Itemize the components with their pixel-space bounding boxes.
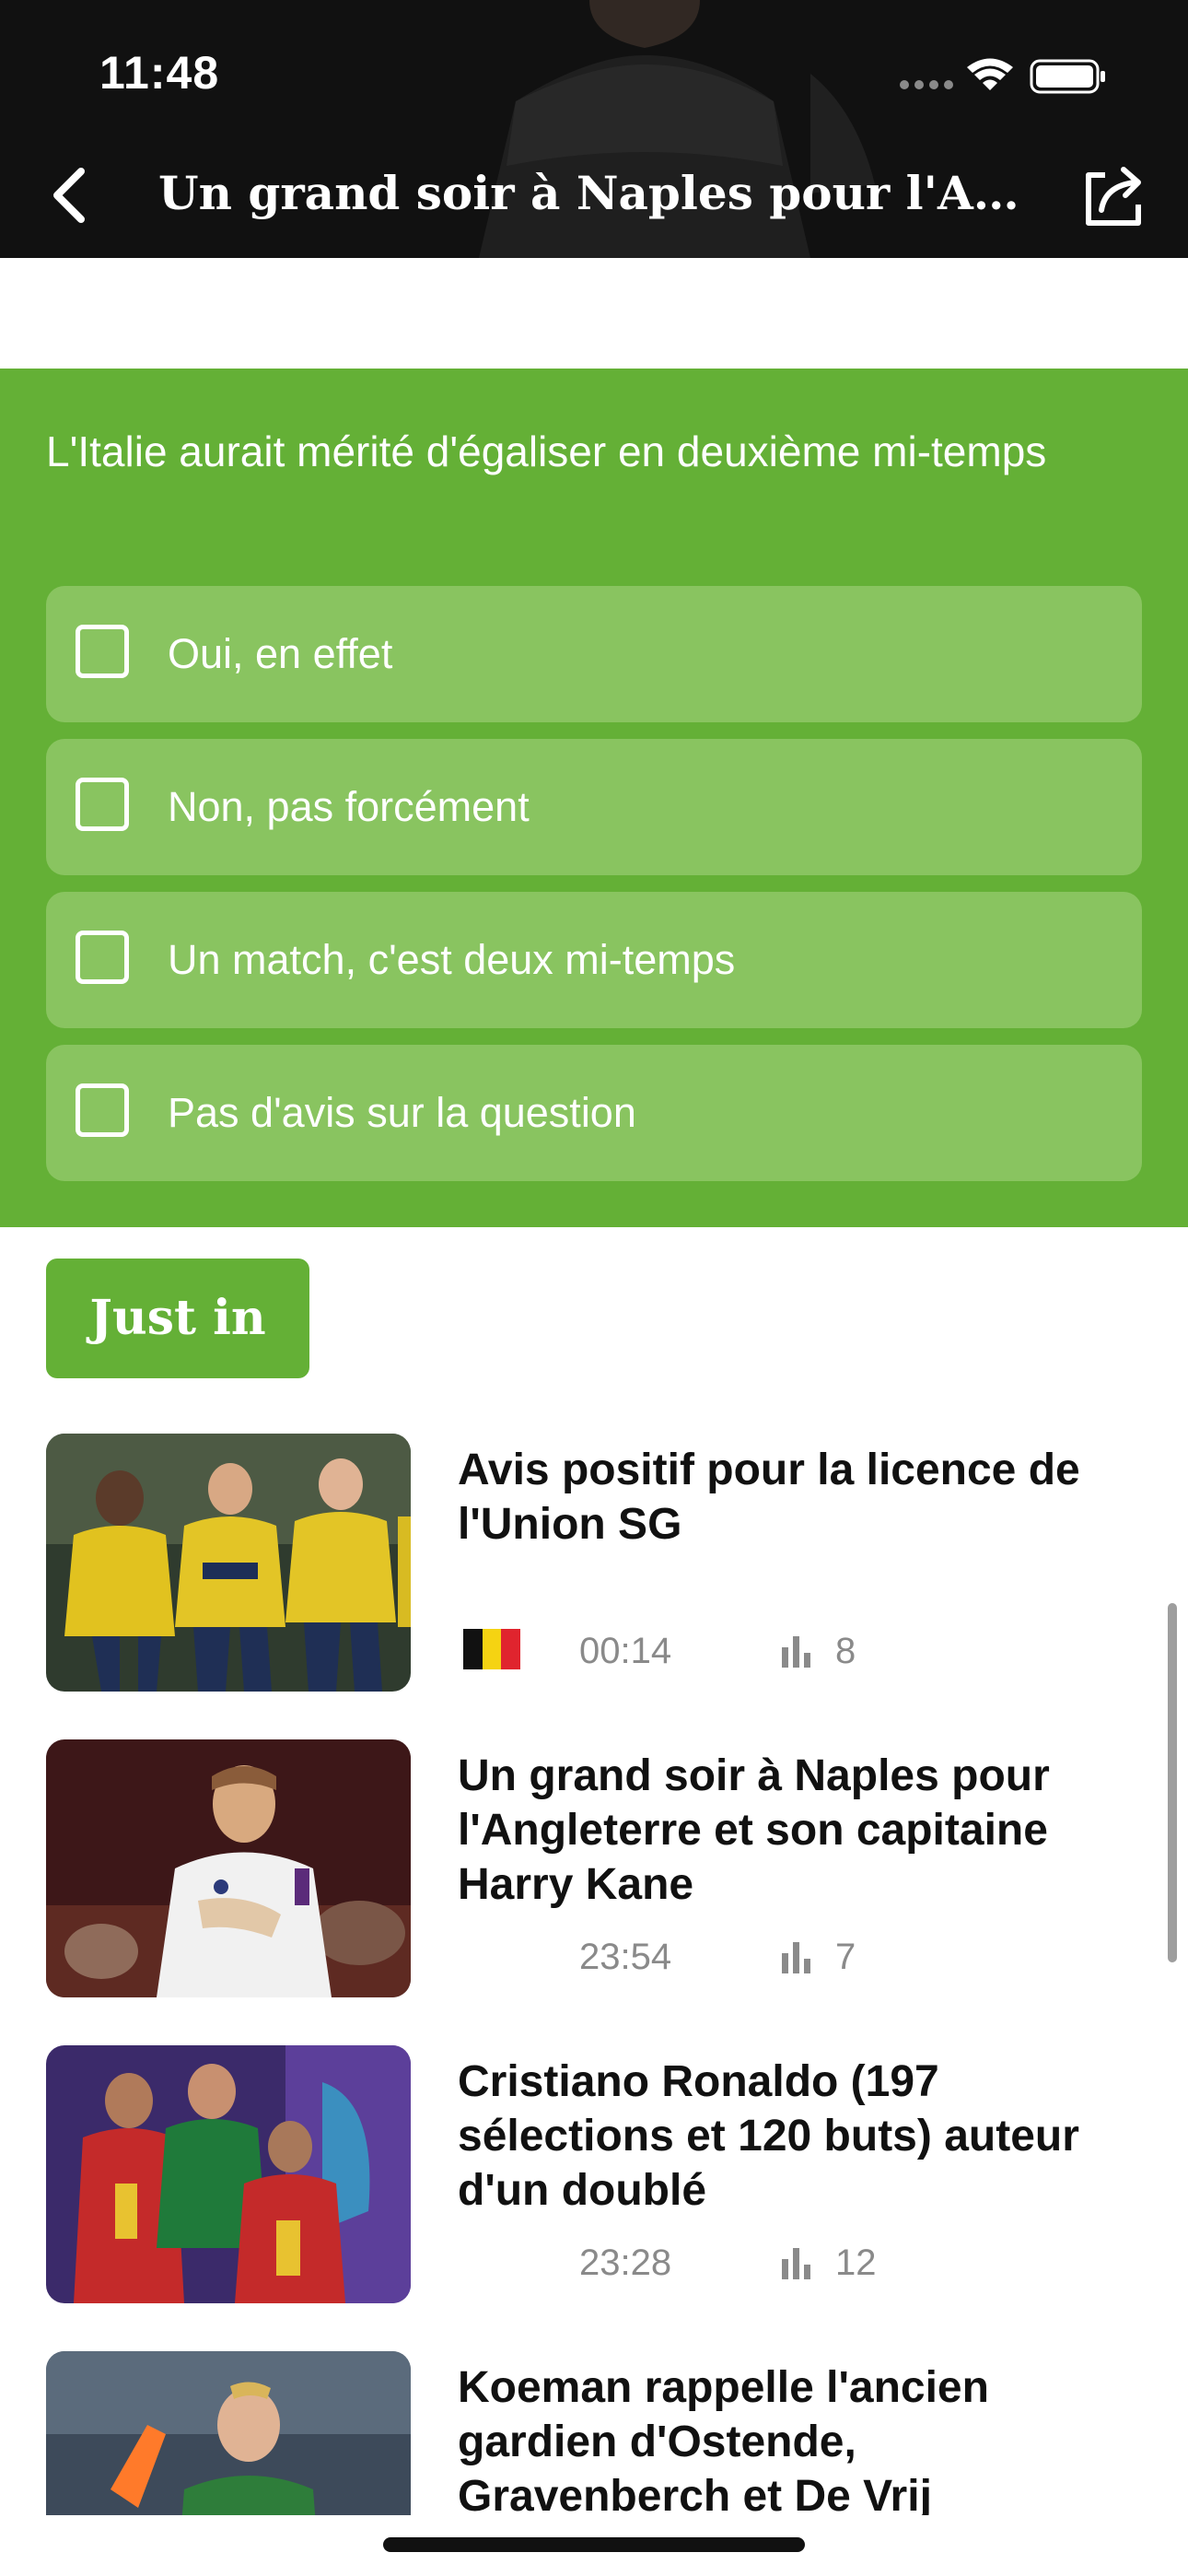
poll-option-label: Un match, c'est deux mi-temps: [168, 936, 736, 983]
poll: L'Italie aurait mérité d'égaliser en deu…: [0, 369, 1188, 1227]
article-time: 23:54: [579, 1937, 672, 1977]
poll-option[interactable]: Non, pas forcément: [46, 739, 1142, 875]
share-icon: [1086, 167, 1141, 226]
article-thumbnail: [46, 2045, 411, 2303]
chevron-left-icon: [53, 168, 85, 223]
article-title: Cristiano Ronaldo (197 sélections et 120…: [458, 2057, 1079, 2215]
status-bar: 11:48: [0, 0, 1188, 138]
bar-chart-icon: [782, 1636, 810, 1668]
poll-option[interactable]: Un match, c'est deux mi-temps: [46, 892, 1142, 1028]
article-item[interactable]: Un grand soir à Naples pour l'Angleterre…: [46, 1739, 1142, 1997]
poll-question: L'Italie aurait mérité d'égaliser en deu…: [46, 427, 1047, 475]
app-screen: 11:48 Un grand soir à Naples pour l'An L…: [0, 0, 1188, 2576]
checkbox-icon[interactable]: [76, 931, 129, 984]
article-title: Un grand soir à Naples pour l'Angleterre…: [458, 1751, 1050, 1909]
poll-option-label: Oui, en effet: [168, 630, 393, 677]
battery-icon: [1030, 59, 1105, 94]
checkbox-icon[interactable]: [76, 1083, 129, 1137]
article-item[interactable]: Cristiano Ronaldo (197 sélections et 120…: [46, 2045, 1142, 2303]
bar-chart-icon: [782, 2248, 810, 2279]
scrollbar[interactable]: [1168, 1603, 1177, 1962]
poll-option[interactable]: Pas d'avis sur la question: [46, 1045, 1142, 1181]
poll-option[interactable]: Oui, en effet: [46, 586, 1142, 722]
article-title: Avis positif pour la licence de l'Union …: [458, 1446, 1080, 1549]
page-title: Un grand soir à Naples pour l'Angleterre…: [158, 166, 1033, 220]
wifi-icon: [967, 58, 1013, 90]
article-title: Koeman rappelle l'ancien gardien d'Osten…: [458, 2363, 989, 2521]
poll-option-label: Pas d'avis sur la question: [168, 1089, 636, 1136]
status-time: 11:48: [99, 47, 220, 99]
article-time: 00:14: [579, 1631, 672, 1671]
article-time: 23:28: [579, 2242, 672, 2283]
article-header: 11:48 Un grand soir à Naples pour l'An: [0, 0, 1188, 258]
poll-option-label: Non, pas forcément: [168, 783, 530, 830]
article-view-count: 12: [835, 2242, 877, 2283]
back-button[interactable]: [37, 158, 111, 232]
status-icons: [900, 58, 1105, 94]
article-meta: 00:14 8: [458, 1622, 1139, 1677]
article-view-count: 8: [835, 1631, 856, 1671]
article-meta: 23:54 7: [458, 1927, 1139, 1983]
article-meta: 23:28 12: [458, 2233, 1139, 2289]
home-indicator[interactable]: [383, 2537, 805, 2552]
bar-chart-icon: [782, 1942, 810, 1973]
article-item[interactable]: Avis positif pour la licence de l'Union …: [46, 1434, 1142, 1692]
checkbox-icon[interactable]: [76, 778, 129, 831]
share-button[interactable]: [1077, 158, 1151, 232]
article-view-count: 7: [835, 1937, 856, 1977]
checkbox-icon[interactable]: [76, 625, 129, 678]
signal-icon: [900, 80, 953, 89]
article-thumbnail: [46, 1739, 411, 1997]
belgium-flag-icon: [463, 1629, 521, 1669]
nav-bar: Un grand soir à Naples pour l'Angleterre…: [0, 138, 1188, 258]
just-in-badge: Just in: [46, 1259, 309, 1378]
article-thumbnail: [46, 1434, 411, 1692]
